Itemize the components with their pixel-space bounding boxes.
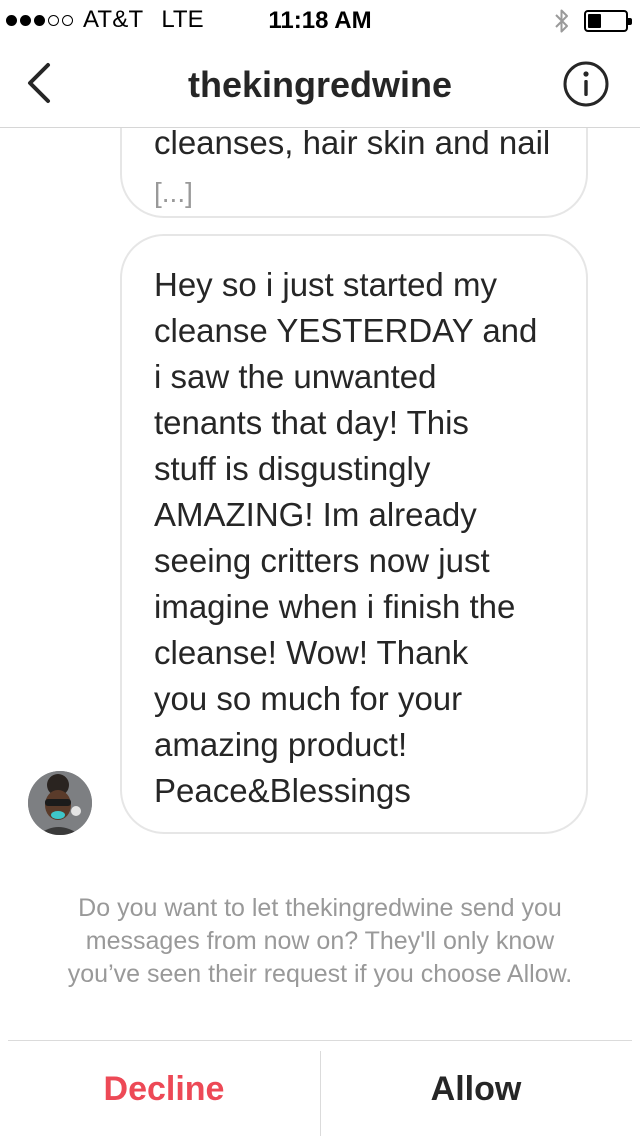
screen: AT&T LTE 11:18 AM thekingredwine cleanse… <box>0 0 640 1136</box>
prompt-line: you’ve seen their request if you choose … <box>67 960 573 988</box>
message-line: Hey so i just started my <box>154 266 497 303</box>
nav-bar: thekingredwine <box>0 40 640 128</box>
battery-icon <box>584 10 632 32</box>
message-line: seeing critters now just <box>154 542 490 579</box>
decline-button[interactable]: Decline <box>8 1041 320 1136</box>
message-thread: cleanses, hair skin and nail [...] Hey s… <box>0 128 640 848</box>
message-line: cleanse YESTERDAY and <box>154 312 538 349</box>
message-line: stuff is disgustingly <box>154 450 431 487</box>
message-line: imagine when i finish the <box>154 588 516 625</box>
allow-button[interactable]: Allow <box>320 1041 632 1136</box>
info-circle-icon <box>563 61 609 107</box>
battery-tip <box>628 18 632 25</box>
status-right <box>554 8 632 34</box>
message-line: Peace&Blessings <box>154 772 411 809</box>
thread-title: thekingredwine <box>187 64 453 105</box>
status-time: 11:18 AM <box>268 7 372 34</box>
message-truncated[interactable]: [...] <box>154 170 193 216</box>
message-line: AMAZING! Im already <box>154 496 477 533</box>
message-request-prompt: Do you want to let thekingredwine send y… <box>20 892 620 991</box>
prompt-line: Do you want to let thekingredwine send y… <box>78 894 562 922</box>
battery-level <box>588 14 601 28</box>
status-bar: AT&T LTE 11:18 AM <box>0 0 640 40</box>
info-button[interactable] <box>562 60 610 108</box>
message-text: cleanses, hair skin and nail <box>154 128 551 161</box>
message-line: cleanse! Wow! Thank <box>154 634 469 671</box>
message-line: you so much for your <box>154 680 463 717</box>
avatar[interactable] <box>28 771 92 835</box>
profile-photo <box>28 771 92 835</box>
request-actions: Decline Allow <box>8 1040 632 1136</box>
message-line: tenants that day! This <box>154 404 469 441</box>
message-line: i saw the unwanted <box>154 358 437 395</box>
message-line: amazing product! <box>154 726 408 763</box>
message-bubble: cleanses, hair skin and nail [...] <box>120 128 588 218</box>
bluetooth-icon <box>555 9 568 33</box>
prompt-line: messages from now on? They'll only know <box>85 927 555 955</box>
message-bubble: Hey so i just started my cleanse YESTERD… <box>120 234 588 834</box>
